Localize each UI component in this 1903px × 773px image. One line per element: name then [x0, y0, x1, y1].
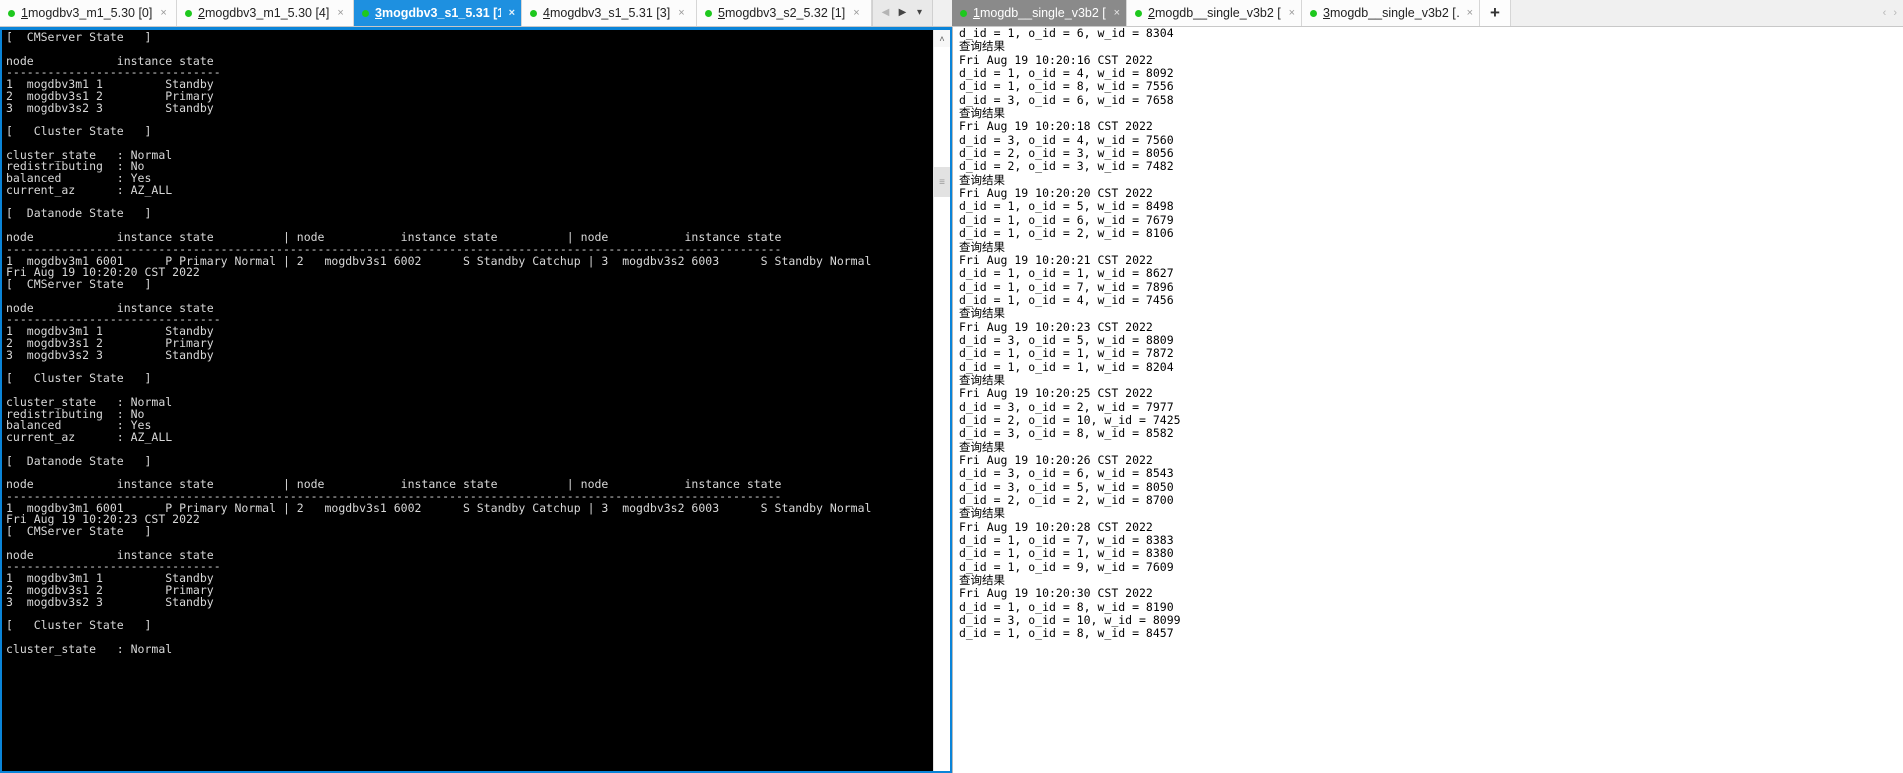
- tab-label: mogdbv3_s1_5.31 [1]: [381, 6, 501, 20]
- tab-number: 1: [21, 6, 28, 20]
- tab-bar: 1 mogdbv3_m1_5.30 [0] × 2 mogdbv3_m1_5.3…: [0, 0, 1903, 27]
- status-dot-icon: [185, 9, 192, 17]
- status-dot-icon: [1310, 9, 1317, 17]
- status-dot-icon: [8, 9, 15, 17]
- tab-mogdbv3-m1-530-4[interactable]: 2 mogdbv3_m1_5.30 [4] ×: [177, 0, 354, 26]
- tab-number: 2: [198, 6, 205, 20]
- tab-tail-arrows[interactable]: ‹ ›: [1883, 7, 1897, 19]
- right-log-pane[interactable]: d_id = 1, o_id = 6, w_id = 8304 查询结果 Fri…: [952, 27, 1903, 773]
- tab-number: 3: [375, 6, 382, 20]
- tab-scroll-left-icon[interactable]: ◀: [877, 8, 894, 18]
- left-pane-scrollbar[interactable]: ˄ ≡: [933, 30, 950, 771]
- scrollbar-thumb[interactable]: ≡: [934, 167, 950, 197]
- tab-mogdb-single-v3b2-2[interactable]: 2 mogdb__single_v3b2 [… ×: [1127, 0, 1302, 26]
- close-icon[interactable]: ×: [509, 7, 515, 19]
- tab-mogdbv3-m1-530-0[interactable]: 1 mogdbv3_m1_5.30 [0] ×: [0, 0, 177, 26]
- tab-label: mogdbv3_m1_5.30 [0]: [27, 6, 153, 20]
- terminal-output: [ CMServer State ] node instance state -…: [2, 30, 933, 771]
- tab-label: mogdbv3_m1_5.30 [4]: [204, 6, 330, 20]
- tab-bar-tail: ‹ ›: [1511, 0, 1903, 26]
- status-dot-icon: [362, 9, 369, 17]
- tab-mogdbv3-s2-532-1[interactable]: 5 mogdbv3_s2_5.32 [1] ×: [697, 0, 872, 26]
- close-icon[interactable]: ×: [337, 7, 343, 19]
- tab-list-dropdown-icon[interactable]: ▾: [911, 8, 928, 18]
- query-log-output: d_id = 1, o_id = 6, w_id = 8304 查询结果 Fri…: [959, 27, 1181, 641]
- new-tab-button[interactable]: +: [1480, 0, 1511, 26]
- status-dot-icon: [530, 9, 537, 17]
- tab-number: 3: [1323, 6, 1330, 20]
- tab-label: mogdbv3_s1_5.31 [3]: [549, 6, 671, 20]
- tab-number: 5: [718, 6, 725, 20]
- close-icon[interactable]: ×: [1467, 7, 1473, 19]
- scrollbar-track[interactable]: ≡: [934, 47, 950, 771]
- tab-number: 1: [973, 6, 980, 20]
- tab-tail-prev-icon[interactable]: ‹: [1883, 7, 1887, 19]
- close-icon[interactable]: ×: [853, 7, 859, 19]
- tab-number: 4: [543, 6, 550, 20]
- tab-tail-next-icon[interactable]: ›: [1893, 7, 1897, 19]
- tab-label: mogdb__single_v3b2 […: [1154, 6, 1281, 20]
- tab-group-right: 1 mogdb__single_v3b2 [… × 2 mogdb__singl…: [952, 0, 1903, 26]
- tab-scroll-right-icon[interactable]: ▶: [894, 8, 911, 18]
- close-icon[interactable]: ×: [1114, 7, 1120, 19]
- pane-container: [ CMServer State ] node instance state -…: [0, 27, 1903, 773]
- tab-label: mogdb__single_v3b2 […: [1329, 6, 1459, 20]
- tab-label: mogdbv3_s2_5.32 [1]: [724, 6, 846, 20]
- tab-mogdb-single-v3b2-3[interactable]: 3 mogdb__single_v3b2 [… ×: [1302, 0, 1480, 26]
- tab-group-left: 1 mogdbv3_m1_5.30 [0] × 2 mogdbv3_m1_5.3…: [0, 0, 952, 26]
- tab-mogdbv3-s1-531-3[interactable]: 4 mogdbv3_s1_5.31 [3] ×: [522, 0, 697, 26]
- close-icon[interactable]: ×: [160, 7, 166, 19]
- tab-mogdb-single-v3b2-1[interactable]: 1 mogdb__single_v3b2 [… ×: [952, 0, 1127, 26]
- tab-label: mogdb__single_v3b2 […: [979, 6, 1106, 20]
- scroll-up-icon[interactable]: ˄: [934, 30, 950, 47]
- close-icon[interactable]: ×: [1289, 7, 1295, 19]
- status-dot-icon: [1135, 9, 1142, 17]
- close-icon[interactable]: ×: [678, 7, 684, 19]
- tab-mogdbv3-s1-531-1[interactable]: 3 mogdbv3_s1_5.31 [1] ×: [354, 0, 522, 26]
- tab-number: 2: [1148, 6, 1155, 20]
- application-window: 1 mogdbv3_m1_5.30 [0] × 2 mogdbv3_m1_5.3…: [0, 0, 1903, 773]
- status-dot-icon: [705, 9, 712, 17]
- tab-nav-group: ◀ ▶ ▾: [872, 0, 933, 26]
- status-dot-icon: [960, 9, 967, 17]
- left-terminal-pane[interactable]: [ CMServer State ] node instance state -…: [0, 27, 952, 773]
